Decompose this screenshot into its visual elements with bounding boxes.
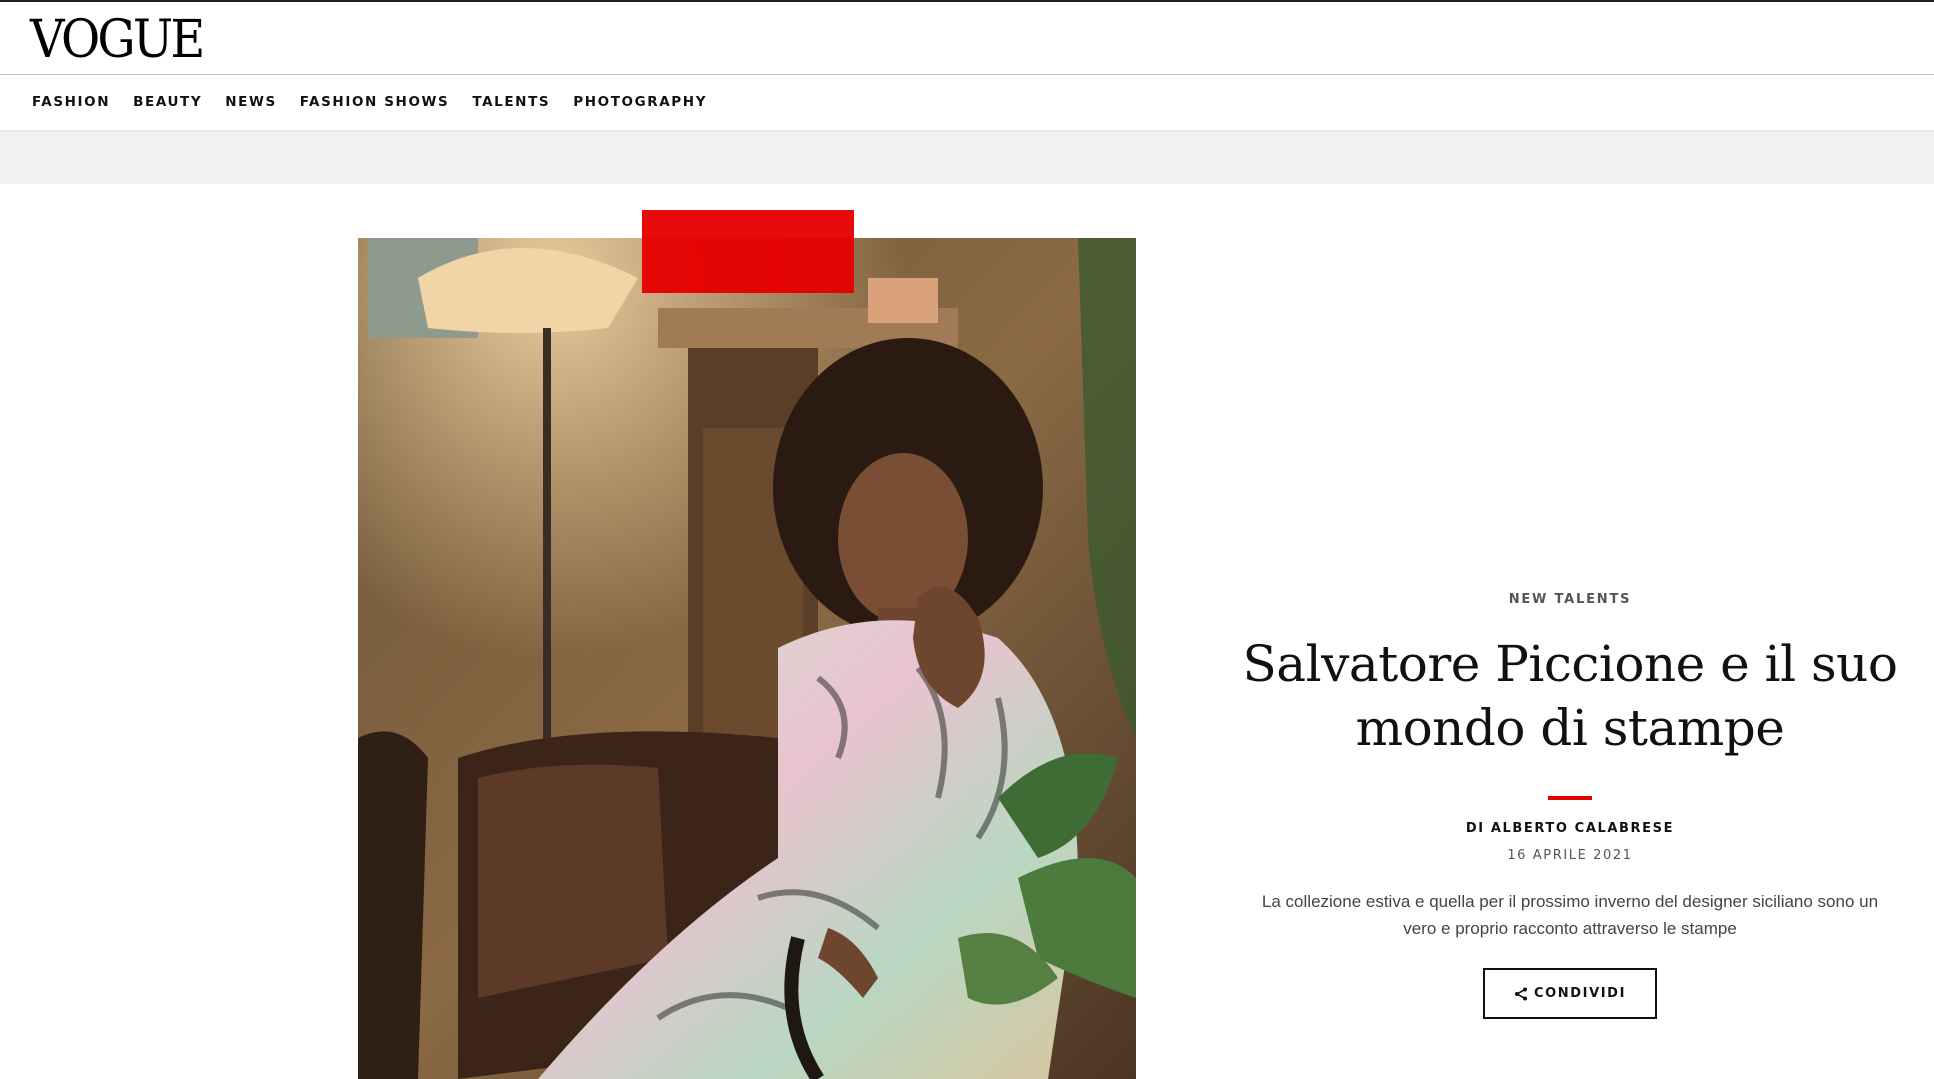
red-accent-block <box>642 210 854 293</box>
title-accent-rule <box>1548 796 1592 800</box>
article-rubric[interactable]: NEW TALENTS <box>1240 590 1900 610</box>
nav-item-talents[interactable]: TALENTS <box>472 92 550 112</box>
share-button[interactable]: CONDIVIDI <box>1483 968 1657 1019</box>
nav-item-news[interactable]: NEWS <box>225 92 277 112</box>
share-button-label: CONDIVIDI <box>1533 986 1627 1001</box>
article-byline: DI ALBERTO CALABRESE <box>1240 819 1900 839</box>
article-header: NEW TALENTS Salvatore Piccione e il suo … <box>1240 590 1900 1019</box>
main-nav: FASHION BEAUTY NEWS FASHION SHOWS TALENT… <box>0 75 1934 130</box>
hero-photo-illustration <box>358 238 1136 1079</box>
article-title: Salvatore Piccione e il suo mondo di sta… <box>1242 635 1898 757</box>
nav-item-photography[interactable]: PHOTOGRAPHY <box>573 92 707 112</box>
article-date: 16 APRILE 2021 <box>1507 848 1633 863</box>
article-dek: La collezione estiva e quella per il pro… <box>1261 892 1879 938</box>
ad-band <box>0 132 1934 184</box>
share-icon <box>1514 987 1527 1000</box>
vogue-logo[interactable]: VOGUE <box>30 12 205 68</box>
masthead: VOGUE <box>0 2 1934 74</box>
nav-item-fashion[interactable]: FASHION <box>32 92 110 112</box>
byline-prefix: DI <box>1465 821 1485 836</box>
nav-item-fashion-shows[interactable]: FASHION SHOWS <box>300 92 450 112</box>
hero-image <box>358 238 1136 1079</box>
nav-item-beauty[interactable]: BEAUTY <box>133 92 202 112</box>
author-link[interactable]: ALBERTO CALABRESE <box>1491 821 1674 836</box>
nav-list: FASHION BEAUTY NEWS FASHION SHOWS TALENT… <box>32 92 730 112</box>
